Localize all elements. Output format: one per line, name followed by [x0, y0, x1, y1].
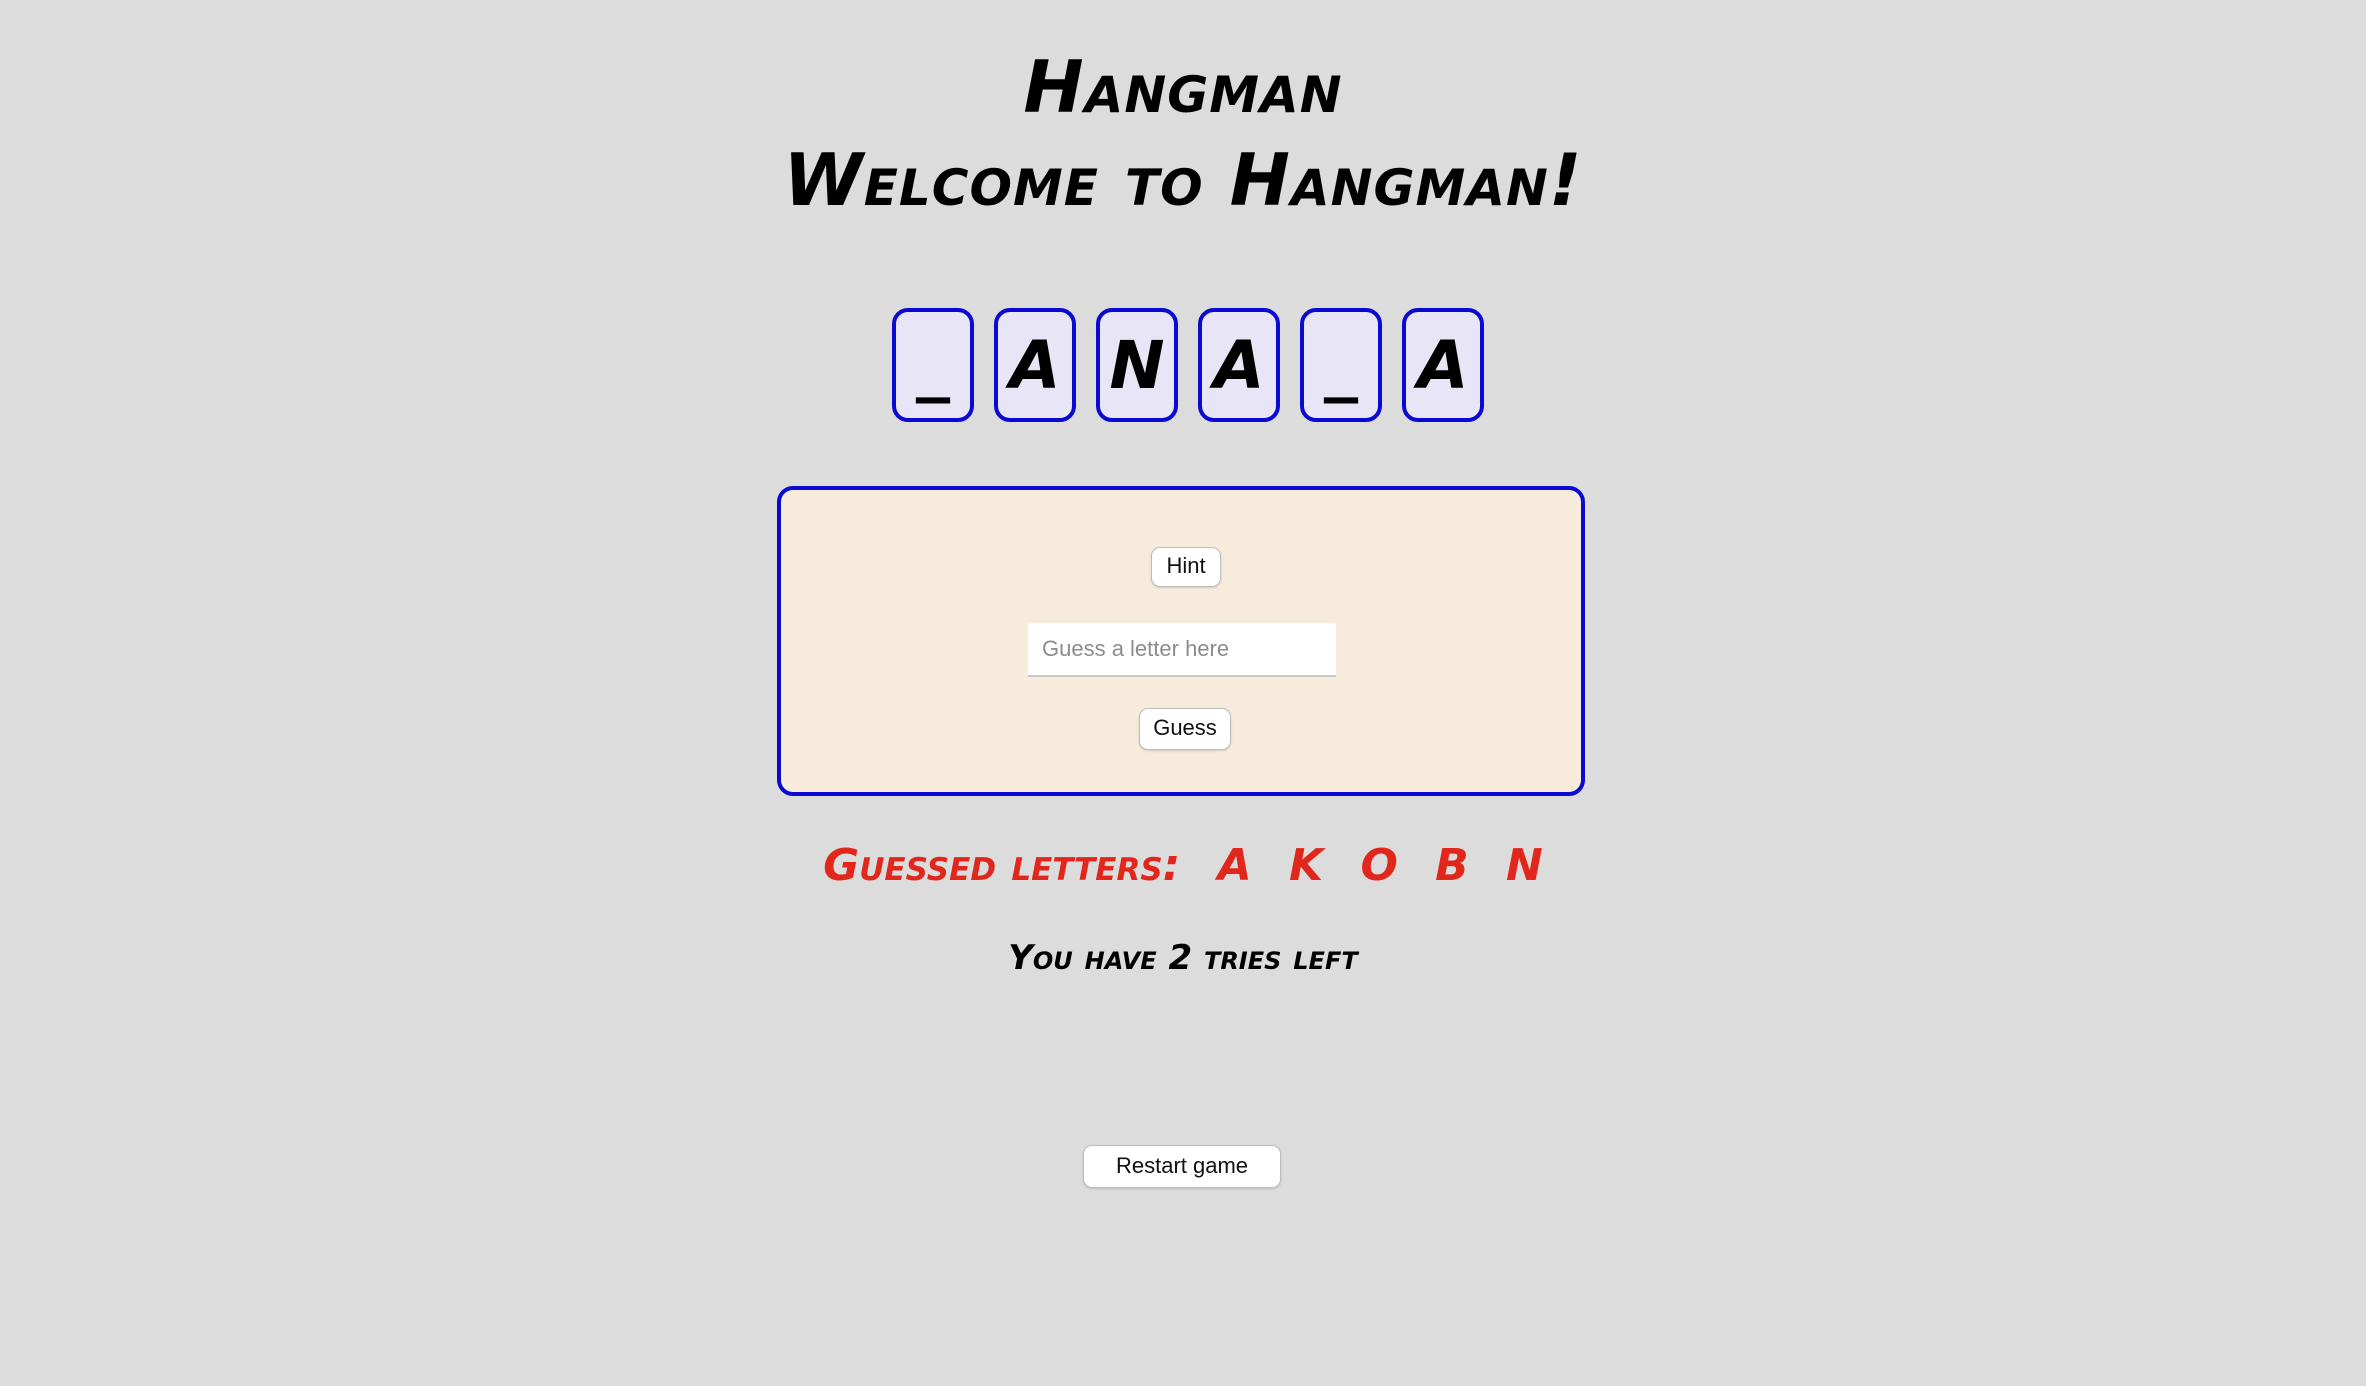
- letter-tile: A: [1402, 308, 1484, 422]
- guessed-letter: O: [1360, 840, 1398, 891]
- letter-tile: A: [1198, 308, 1280, 422]
- tries-remaining: You have 2 tries left: [1008, 938, 1358, 978]
- letter-tile: N: [1096, 308, 1178, 422]
- restart-game-button[interactable]: Restart game: [1083, 1145, 1281, 1188]
- page-title: Hangman: [1023, 45, 1343, 129]
- word-display: _ A N A _ A: [892, 308, 1484, 422]
- guess-button[interactable]: Guess: [1139, 708, 1231, 750]
- guessed-letter: A: [1217, 840, 1252, 891]
- guessed-letter: K: [1289, 840, 1324, 891]
- guessed-letter: N: [1506, 840, 1543, 891]
- guess-input[interactable]: [1028, 623, 1336, 677]
- hint-button[interactable]: Hint: [1151, 547, 1221, 587]
- letter-tile: _: [1300, 308, 1382, 422]
- guessed-letter: B: [1435, 840, 1469, 891]
- welcome-subtitle: Welcome to Hangman!: [783, 138, 1583, 222]
- letter-tile: A: [994, 308, 1076, 422]
- guessed-letters-list: A K O B N: [1196, 840, 1543, 891]
- guess-panel: Hint Guess: [777, 486, 1585, 796]
- letter-tile: _: [892, 308, 974, 422]
- guessed-letters-label: Guessed letters:: [823, 840, 1181, 891]
- guessed-letters-line: Guessed letters: A K O B N: [0, 838, 2366, 894]
